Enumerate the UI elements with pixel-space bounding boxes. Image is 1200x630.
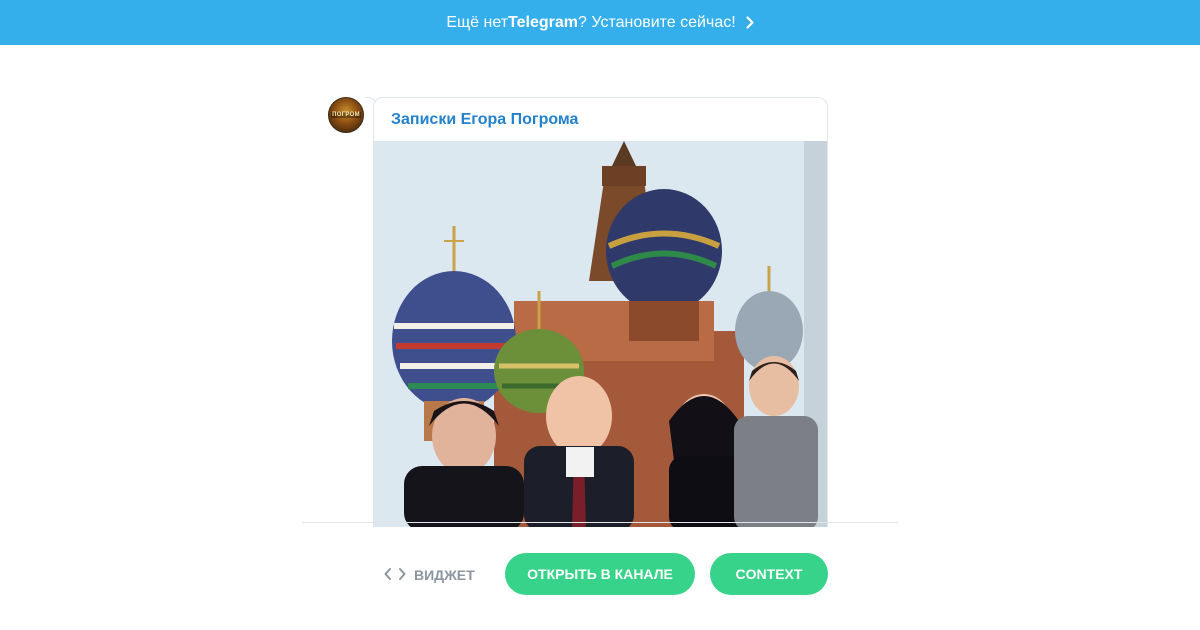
widget-link[interactable]: ВИДЖЕТ [384,566,475,584]
message-bubble: Записки Егора Погрома [373,97,828,527]
chevron-right-icon [746,16,754,29]
footer-divider [302,522,898,523]
avatar-logo-text: ПОГРОМ [331,112,361,118]
banner-brand: Telegram [508,13,578,31]
channel-avatar[interactable]: ПОГРОМ [328,97,364,133]
banner-suffix: ? Установите сейчас! [578,13,736,31]
banner-prefix: Ещё нет [446,13,509,31]
install-telegram-banner[interactable]: Ещё нет Telegram ? Установите сейчас! [0,0,1200,45]
widget-label: ВИДЖЕТ [414,567,475,583]
open-in-channel-button[interactable]: ОТКРЫТЬ В КАНАЛЕ [505,553,695,595]
channel-name[interactable]: Записки Егора Погрома [391,111,578,129]
post-photo[interactable] [374,141,827,527]
photo-illustration [374,141,827,527]
context-button[interactable]: CONTEXT [710,553,828,595]
code-brackets-icon [384,567,406,584]
